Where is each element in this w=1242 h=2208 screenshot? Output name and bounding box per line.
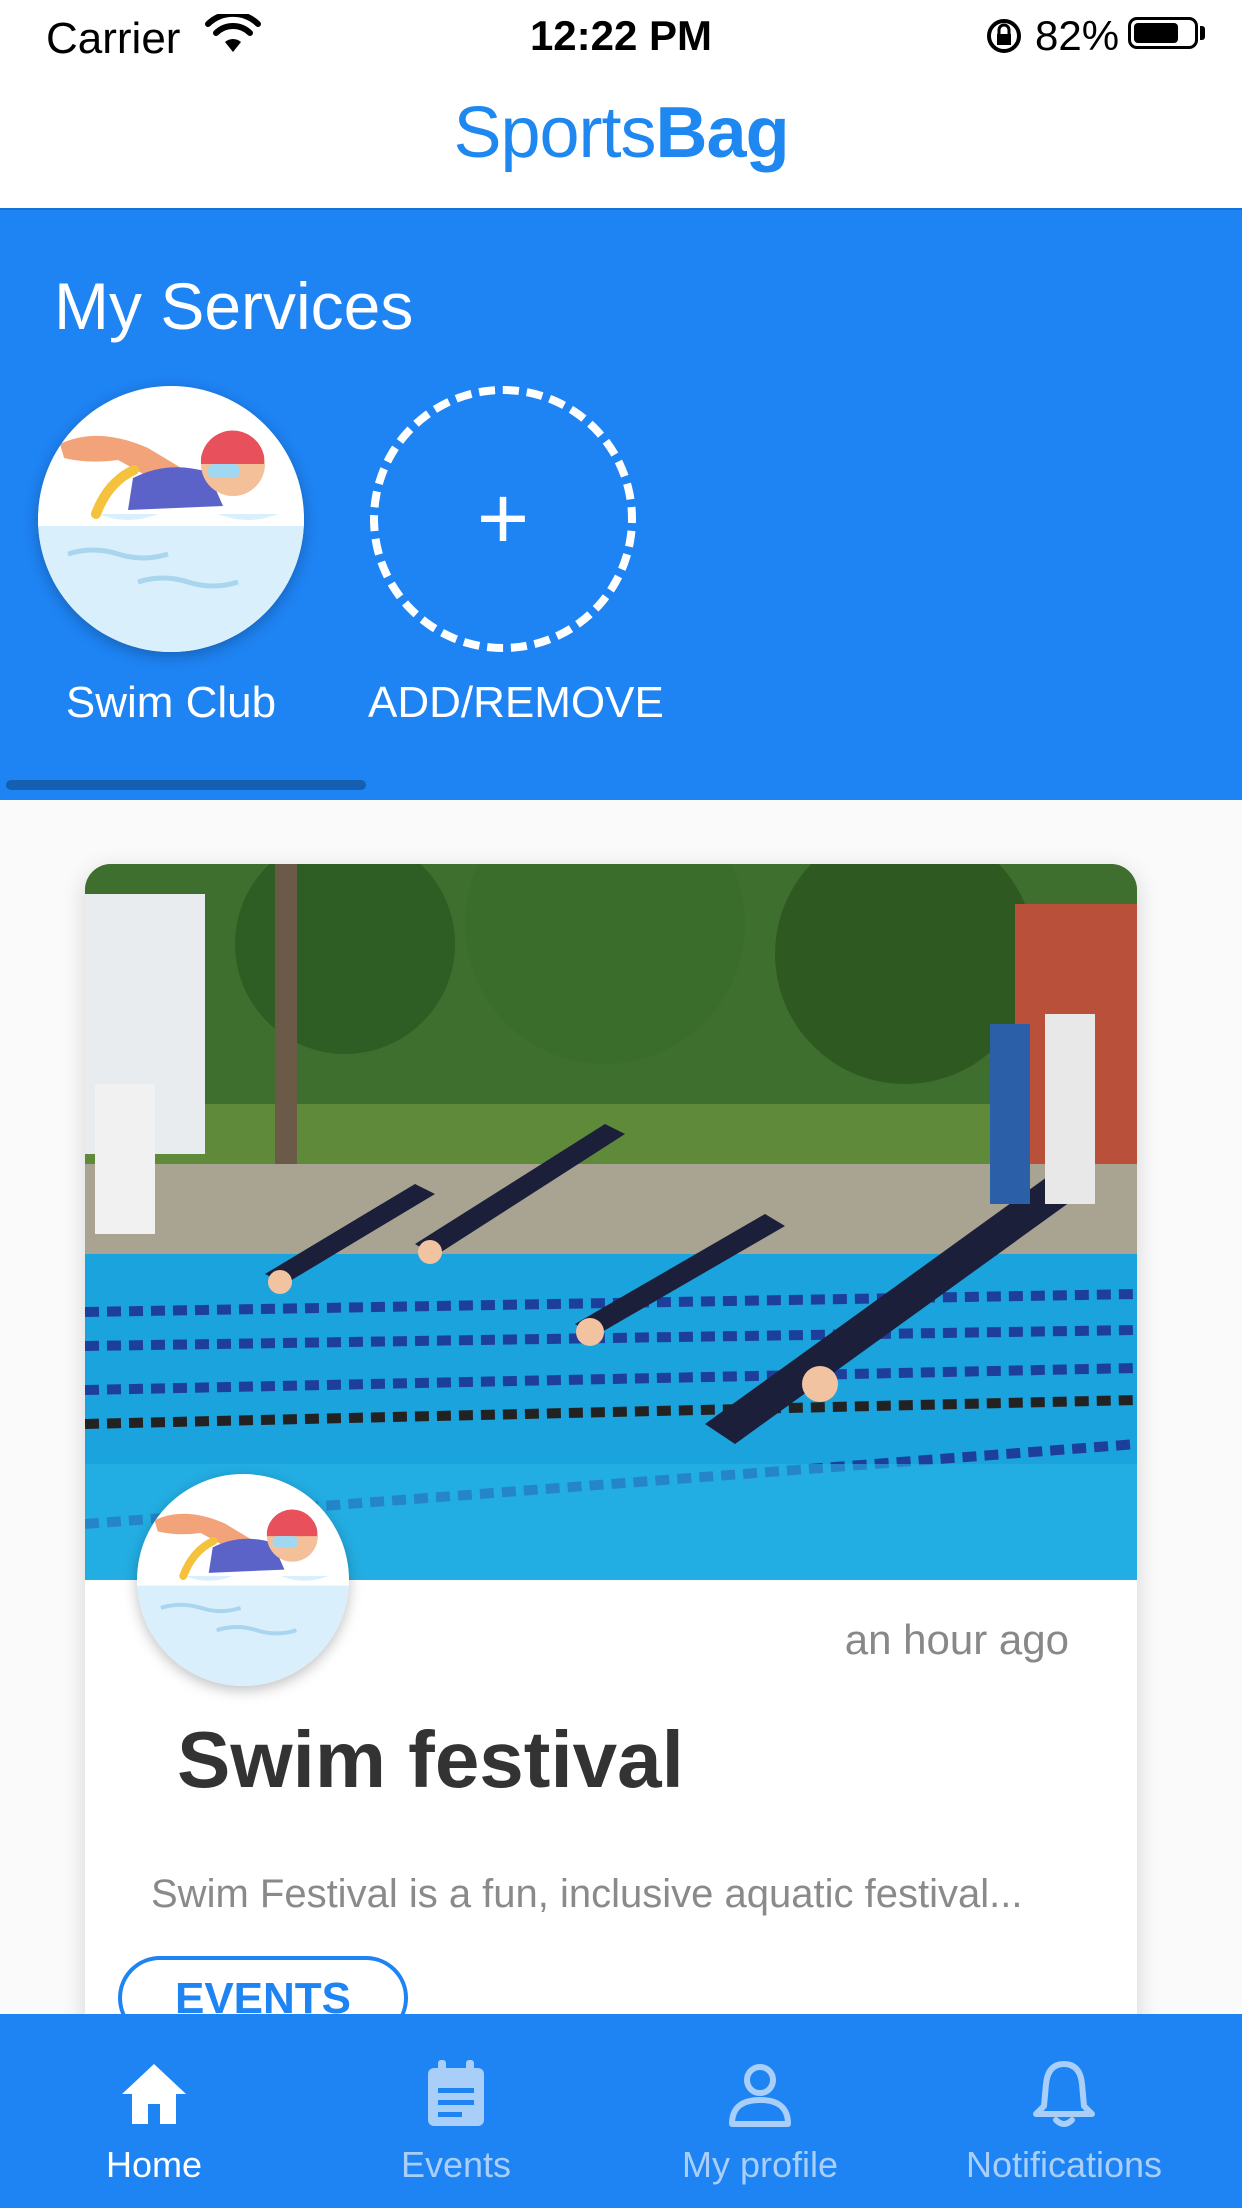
logo-text-light: Sports — [453, 93, 656, 173]
tab-label: Notifications — [965, 2144, 1163, 2185]
card-title: Swim festival — [177, 1715, 684, 1804]
services-panel: My Services Swim Club + ADD/REMOVE — [0, 210, 1242, 800]
news-card[interactable]: an hour ago Swim festival Swim Festival … — [85, 864, 1137, 2104]
tab-home[interactable]: Home — [4, 2014, 304, 2208]
add-remove-service-button[interactable]: + ADD/REMOVE — [368, 386, 664, 728]
tab-label: Home — [105, 2144, 203, 2185]
battery-level-fill — [1134, 23, 1179, 43]
swimmer-icon — [137, 1474, 349, 1686]
plus-icon: + — [476, 469, 530, 569]
tab-notifications[interactable]: Notifications — [914, 2014, 1214, 2208]
battery-percent: 82% — [1035, 12, 1120, 59]
logo-text-bold: Bag — [655, 93, 790, 173]
bottom-tab-bar: Home Events My profile Notifications — [0, 2014, 1242, 2208]
tab-label: My profile — [681, 2144, 839, 2185]
tab-my-profile[interactable]: My profile — [610, 2014, 910, 2208]
rotation-lock-icon — [987, 19, 1021, 53]
service-swim-club[interactable]: Swim Club — [36, 386, 306, 728]
bell-icon — [1033, 2061, 1095, 2127]
news-feed[interactable]: an hour ago Swim festival Swim Festival … — [0, 800, 1242, 2104]
services-scroll-indicator — [6, 780, 366, 790]
person-icon — [729, 2064, 791, 2127]
card-timestamp: an hour ago — [844, 1616, 1069, 1663]
status-bar: Carrier 12:22 PM 82% — [0, 0, 1242, 70]
swimmer-icon — [38, 386, 304, 652]
home-icon — [122, 2064, 186, 2124]
battery-icon — [1128, 17, 1198, 49]
service-label: Swim Club — [65, 678, 277, 727]
app-logo: SportsBag — [0, 92, 1242, 174]
app-header: SportsBag — [0, 70, 1242, 210]
swimmers-diving-photo — [85, 864, 1137, 1580]
card-description: Swim Festival is a fun, inclusive aquati… — [151, 1872, 1023, 1916]
battery-tip — [1200, 26, 1205, 40]
add-service-circle[interactable]: + — [370, 386, 636, 652]
tab-label: Events — [400, 2144, 512, 2185]
tab-events[interactable]: Events — [306, 2014, 606, 2208]
service-label: ADD/REMOVE — [368, 678, 664, 727]
services-title: My Services — [54, 269, 414, 343]
calendar-icon — [428, 2060, 484, 2126]
